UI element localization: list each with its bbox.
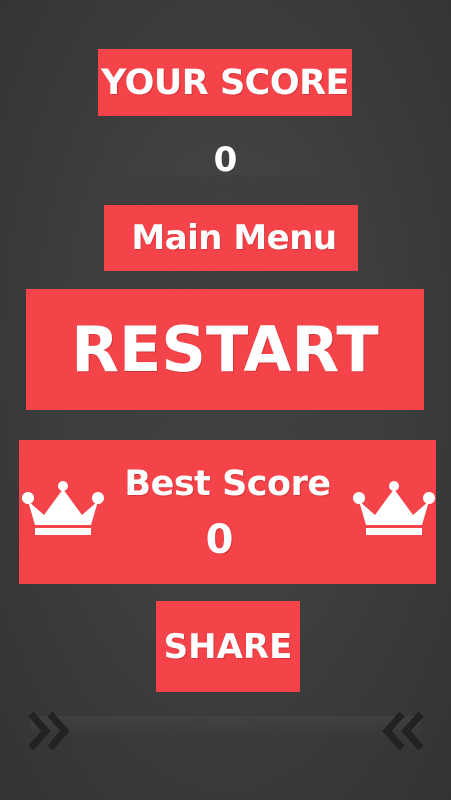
main-menu-label: Main Menu <box>131 218 337 258</box>
share-button[interactable]: SHARE <box>156 601 300 692</box>
crown-icon <box>353 481 435 535</box>
crown-icon <box>22 481 104 535</box>
your-score-title: YOUR SCORE <box>101 62 349 103</box>
double-chevron-right-icon[interactable] <box>26 708 74 754</box>
restart-label: RESTART <box>71 313 379 386</box>
your-score-banner: YOUR SCORE <box>98 49 352 116</box>
restart-button[interactable]: RESTART <box>26 289 424 410</box>
your-score-value: 0 <box>213 140 238 180</box>
share-label: SHARE <box>163 626 293 667</box>
main-menu-button[interactable]: Main Menu <box>104 205 358 271</box>
double-chevron-left-icon[interactable] <box>378 708 426 754</box>
ground-strip <box>30 716 421 736</box>
